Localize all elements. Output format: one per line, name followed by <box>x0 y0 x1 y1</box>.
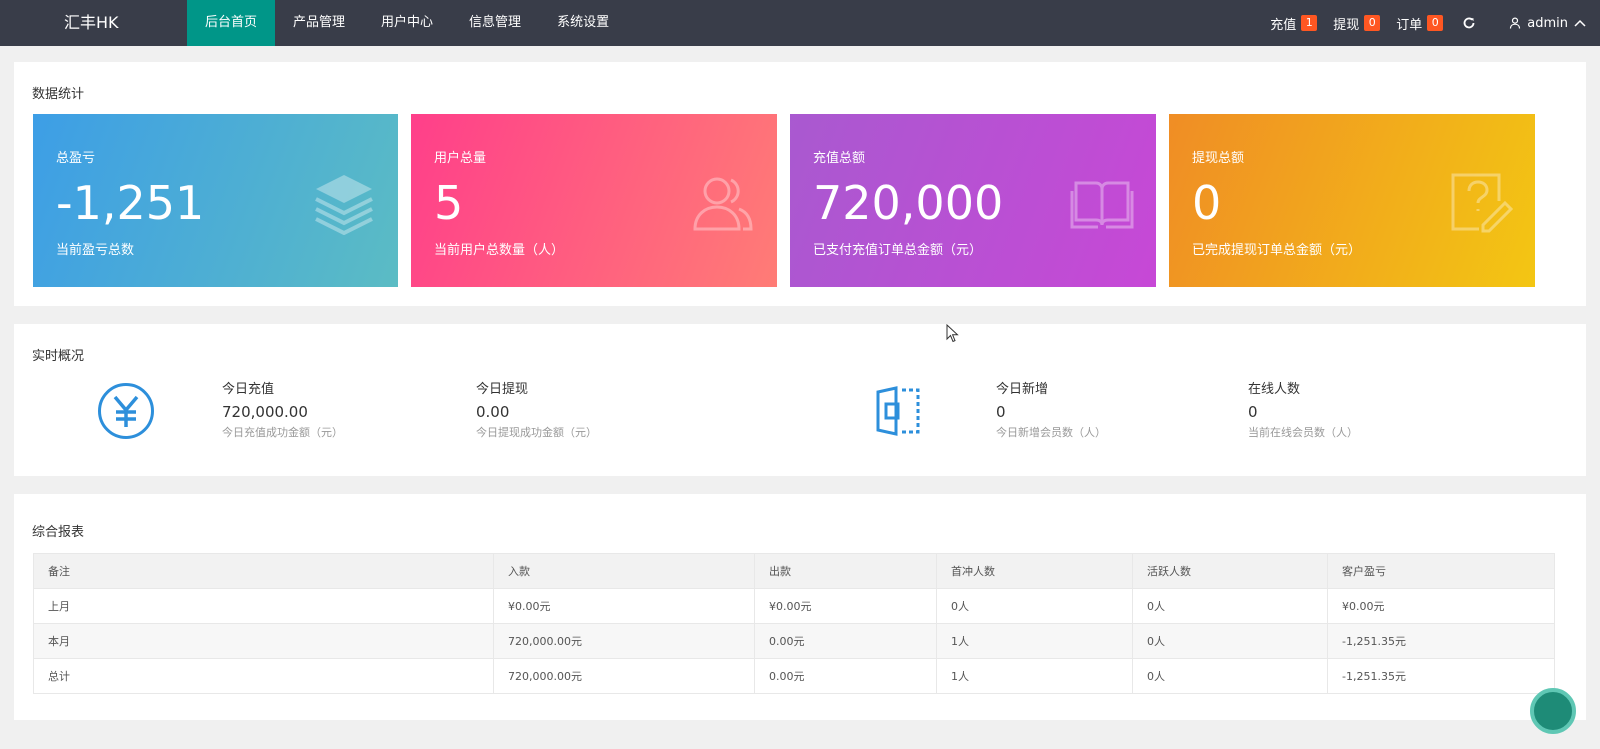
table-cell: ¥0.00元 <box>754 588 937 624</box>
user-menu[interactable]: admin <box>1509 16 1586 31</box>
recharge-notice[interactable]: 充值 1 <box>1270 14 1318 33</box>
rt-desc: 当前在线会员数（人） <box>1248 426 1358 439</box>
nav-item-users[interactable]: 用户中心 <box>363 0 451 46</box>
col-header: 备注 <box>33 553 494 589</box>
withdraw-notice[interactable]: 提现 0 <box>1333 14 1381 33</box>
recharge-badge: 1 <box>1301 15 1318 31</box>
stat-desc: 当前盈亏总数 <box>56 243 135 258</box>
stat-label: 充值总额 <box>813 151 866 166</box>
col-header: 活跃人数 <box>1132 553 1328 589</box>
col-header: 首冲人数 <box>936 553 1133 589</box>
nav-item-info[interactable]: 信息管理 <box>451 0 539 46</box>
table-cell: 1人 <box>936 658 1133 694</box>
main-nav: 后台首页 产品管理 用户中心 信息管理 系统设置 <box>187 0 627 46</box>
table-cell: 0人 <box>936 588 1133 624</box>
stat-desc: 已支付充值订单总金额（元） <box>813 243 983 258</box>
realtime-card: 实时概况 今日充值 720,000.00 今日充值成功金额（元） 今日提现 0.… <box>14 324 1586 476</box>
orders-label: 订单 <box>1396 17 1423 33</box>
table-cell: 720,000.00元 <box>493 623 755 659</box>
rt-desc: 今日充值成功金额（元） <box>222 426 343 439</box>
mouse-cursor-icon <box>946 324 959 343</box>
table-cell: 0人 <box>1132 623 1328 659</box>
realtime-online: 在线人数 0 当前在线会员数（人） <box>1248 381 1358 441</box>
rt-value: 720,000.00 <box>222 403 308 421</box>
top-navbar: 汇丰HK 后台首页 产品管理 用户中心 信息管理 系统设置 充值 1 提现 0 … <box>0 0 1600 46</box>
report-card: 综合报表 备注 入款 出款 首冲人数 活跃人数 客户盈亏 上月 ¥0.00元 ¥… <box>14 494 1586 720</box>
nav-item-products[interactable]: 产品管理 <box>275 0 363 46</box>
book-icon <box>1070 181 1134 229</box>
edit-icon <box>1451 173 1513 233</box>
stat-value: 0 <box>1192 176 1222 230</box>
table-cell: 0.00元 <box>754 623 937 659</box>
realtime-today-recharge: 今日充值 720,000.00 今日充值成功金额（元） <box>222 381 343 441</box>
table-row: 上月 ¥0.00元 ¥0.00元 0人 0人 ¥0.00元 <box>33 588 1555 624</box>
orders-notice[interactable]: 订单 0 <box>1396 14 1444 33</box>
stat-desc: 已完成提现订单总金额（元） <box>1192 243 1362 258</box>
username: admin <box>1527 15 1568 31</box>
table-cell: -1,251.35元 <box>1327 623 1555 659</box>
yuan-icon <box>98 383 154 439</box>
realtime-title: 实时概况 <box>32 349 85 364</box>
table-cell: ¥0.00元 <box>493 588 755 624</box>
stat-desc: 当前用户总数量（人） <box>434 243 565 258</box>
withdraw-badge: 0 <box>1364 15 1381 31</box>
table-cell: 本月 <box>33 623 494 659</box>
orders-badge: 0 <box>1427 15 1444 31</box>
app-logo[interactable]: 汇丰HK <box>64 0 119 46</box>
col-header: 出款 <box>754 553 937 589</box>
nav-item-settings[interactable]: 系统设置 <box>539 0 627 46</box>
stat-tile-recharge[interactable]: 充值总额 720,000 已支付充值订单总金额（元） <box>790 114 1156 287</box>
stat-value: 720,000 <box>813 176 1004 230</box>
recharge-label: 充值 <box>1270 17 1297 33</box>
rt-label: 今日提现 <box>476 382 529 397</box>
stat-value: 5 <box>434 176 464 230</box>
table-cell: ¥0.00元 <box>1327 588 1555 624</box>
table-row: 总计 720,000.00元 0.00元 1人 0人 -1,251.35元 <box>33 658 1555 694</box>
table-cell: 1人 <box>936 623 1133 659</box>
door-icon <box>876 386 920 436</box>
stat-label: 总盈亏 <box>56 151 96 166</box>
col-header: 入款 <box>493 553 755 589</box>
floating-button[interactable] <box>1530 688 1576 734</box>
table-header-row: 备注 入款 出款 首冲人数 活跃人数 客户盈亏 <box>33 553 1555 589</box>
stats-card: 数据统计 总盈亏 -1,251 当前盈亏总数 用户总量 5 当前用户总数量（人）… <box>14 62 1586 306</box>
chevron-up-icon <box>1574 19 1586 27</box>
stat-value: -1,251 <box>56 176 205 230</box>
realtime-today-new: 今日新增 0 今日新增会员数（人） <box>996 381 1106 441</box>
refresh-icon[interactable] <box>1459 13 1479 33</box>
report-title: 综合报表 <box>32 525 85 540</box>
stat-tile-withdraw[interactable]: 提现总额 0 已完成提现订单总金额（元） <box>1169 114 1535 287</box>
table-cell: -1,251.35元 <box>1327 658 1555 694</box>
withdraw-label: 提现 <box>1333 17 1360 33</box>
report-table: 备注 入款 出款 首冲人数 活跃人数 客户盈亏 上月 ¥0.00元 ¥0.00元… <box>33 553 1555 694</box>
stat-label: 提现总额 <box>1192 151 1245 166</box>
rt-label: 今日新增 <box>996 382 1049 397</box>
table-cell: 0人 <box>1132 658 1328 694</box>
stat-tile-users[interactable]: 用户总量 5 当前用户总数量（人） <box>411 114 777 287</box>
rt-value: 0 <box>996 403 1006 421</box>
layers-icon <box>315 175 373 235</box>
col-header: 客户盈亏 <box>1327 553 1555 589</box>
stats-title: 数据统计 <box>32 87 85 102</box>
table-cell: 720,000.00元 <box>493 658 755 694</box>
table-cell: 0人 <box>1132 588 1328 624</box>
rt-label: 今日充值 <box>222 382 275 397</box>
rt-desc: 今日提现成功金额（元） <box>476 426 597 439</box>
nav-item-home[interactable]: 后台首页 <box>187 0 276 46</box>
table-row: 本月 720,000.00元 0.00元 1人 0人 -1,251.35元 <box>33 623 1555 659</box>
table-cell: 0.00元 <box>754 658 937 694</box>
rt-label: 在线人数 <box>1248 382 1301 397</box>
rt-value: 0.00 <box>476 403 510 421</box>
stat-tile-profit[interactable]: 总盈亏 -1,251 当前盈亏总数 <box>33 114 398 287</box>
table-cell: 总计 <box>33 658 494 694</box>
rt-desc: 今日新增会员数（人） <box>996 426 1106 439</box>
user-icon <box>1510 17 1521 29</box>
table-cell: 上月 <box>33 588 494 624</box>
rt-value: 0 <box>1248 403 1258 421</box>
users-icon <box>693 177 753 231</box>
stat-label: 用户总量 <box>434 151 487 166</box>
nav-right: 充值 1 提现 0 订单 0 admin <box>1270 0 1600 46</box>
realtime-today-withdraw: 今日提现 0.00 今日提现成功金额（元） <box>476 381 597 441</box>
